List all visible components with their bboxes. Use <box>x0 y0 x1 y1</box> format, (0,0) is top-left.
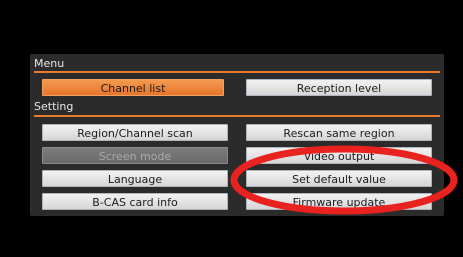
bcas-card-info-button[interactable]: B-CAS card info <box>42 193 228 210</box>
rescan-same-region-button[interactable]: Rescan same region <box>246 124 432 141</box>
menu-section-header: Menu <box>34 57 65 70</box>
setting-section-header: Setting <box>34 100 74 113</box>
firmware-update-button[interactable]: Firmware update <box>246 193 432 210</box>
video-output-button[interactable]: Video output <box>246 147 432 164</box>
tv-screen: Menu Channel list Reception level Settin… <box>0 0 463 257</box>
screen-mode-button: Screen mode <box>42 147 228 164</box>
region-channel-scan-button[interactable]: Region/Channel scan <box>42 124 228 141</box>
set-default-value-button[interactable]: Set default value <box>246 170 432 187</box>
channel-list-button[interactable]: Channel list <box>42 79 224 96</box>
menu-divider <box>34 71 440 73</box>
language-button[interactable]: Language <box>42 170 228 187</box>
reception-level-button[interactable]: Reception level <box>246 79 432 96</box>
settings-panel: Menu Channel list Reception level Settin… <box>30 54 444 216</box>
setting-divider <box>34 115 440 117</box>
